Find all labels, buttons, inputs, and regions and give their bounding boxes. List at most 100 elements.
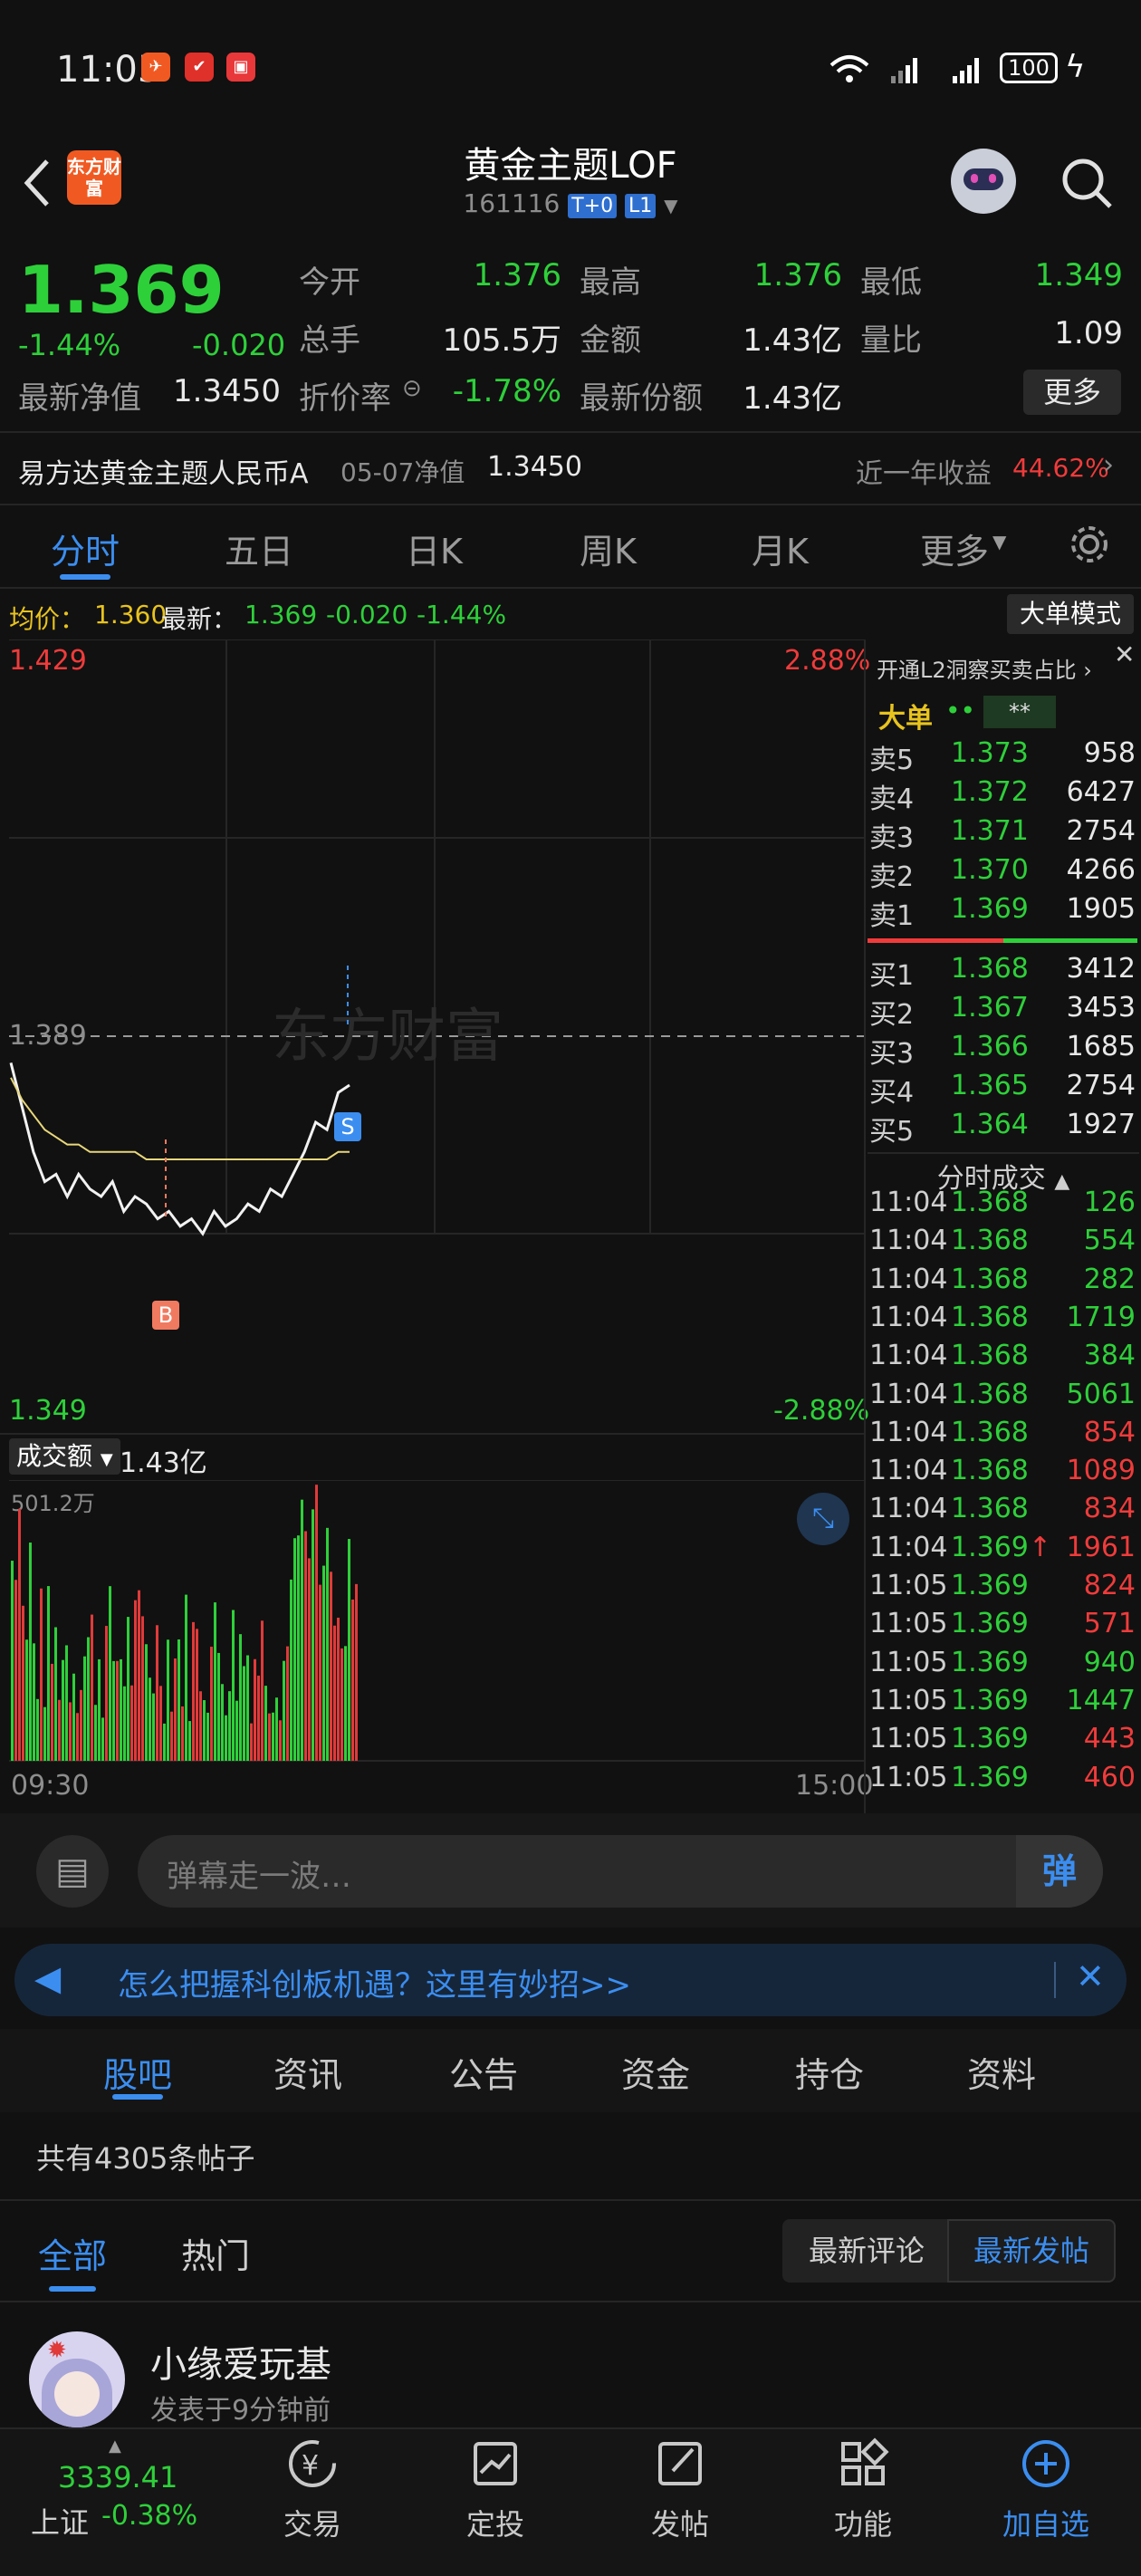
- back-arrow-icon[interactable]: [20, 156, 56, 210]
- low-label: 最低: [860, 264, 922, 301]
- volume-bar: [315, 1485, 318, 1761]
- tab-daily-k[interactable]: 日K: [406, 524, 463, 573]
- trade-price: 1.369↑: [951, 1532, 1051, 1563]
- robot-assistant-icon[interactable]: [951, 149, 1016, 214]
- nav-invest[interactable]: 定投: [427, 2437, 563, 2543]
- intraday-chart[interactable]: 东方财富 1.429 2.88% 1.389 1.349 -2.88% B S: [0, 639, 870, 1437]
- sort-latest-comment[interactable]: 最新评论: [782, 2219, 951, 2283]
- filter-all[interactable]: 全部: [38, 2228, 107, 2278]
- trade-time: 11:04: [869, 1493, 948, 1525]
- sort-latest-post[interactable]: 最新发帖: [947, 2219, 1116, 2283]
- promo-banner[interactable]: ◀ 怎么把握科创板机遇？这里有妙招>> ✕: [14, 1944, 1127, 2016]
- danmu-send-button[interactable]: 弹: [1016, 1835, 1103, 1908]
- danmu-input[interactable]: 弹幕走一波… 弹: [138, 1835, 1103, 1908]
- bid-price: 1.368: [951, 953, 1029, 985]
- add-circle-icon: [1022, 2440, 1069, 2487]
- volume-bar: [301, 1499, 303, 1761]
- sell-marker[interactable]: S: [334, 1112, 361, 1141]
- divider: [868, 1152, 1139, 1154]
- tab-weekly-k[interactable]: 周K: [580, 524, 637, 573]
- volume-bar: [344, 1646, 347, 1761]
- volume-bar: [87, 1637, 90, 1761]
- volume-bar: [243, 1666, 245, 1761]
- trade-volume: 1089: [1066, 1455, 1136, 1487]
- trade-price: 1.368: [951, 1378, 1029, 1410]
- pct-top-label: 2.88%: [784, 645, 871, 677]
- index-name: 上证: [31, 2505, 90, 2540]
- close-icon[interactable]: ✕: [1114, 639, 1135, 669]
- l2-promo-link[interactable]: 开通L2洞察买卖占比 ›: [877, 652, 1092, 684]
- l2-promo-text: 开通L2洞察买卖占比: [877, 658, 1077, 683]
- tab-holdings[interactable]: 持仓: [795, 2047, 864, 2097]
- volume-bar: [261, 1620, 264, 1761]
- nav-functions-label: 功能: [833, 2507, 892, 2542]
- tab-more[interactable]: 更多: [920, 524, 989, 573]
- gear-icon[interactable]: [1069, 524, 1110, 565]
- avg-value: 1.360: [94, 600, 168, 630]
- trade-time: 11:04: [869, 1225, 948, 1257]
- volume-bar: [51, 1663, 53, 1761]
- bid-price: 1.364: [951, 1109, 1029, 1140]
- nav-trade[interactable]: ¥ 交易: [244, 2437, 380, 2543]
- volume-bar: [145, 1644, 148, 1761]
- fund-info-bar[interactable]: 易方达黄金主题人民币A 05-07净值 1.3450 近一年收益 44.62% …: [0, 433, 1141, 504]
- tab-capital[interactable]: 资金: [621, 2047, 690, 2097]
- tab-5day[interactable]: 五日: [225, 524, 293, 573]
- l1-badge: L1: [625, 194, 657, 218]
- tab-profile[interactable]: 资料: [967, 2047, 1036, 2097]
- more-button[interactable]: 更多: [1023, 370, 1121, 415]
- ask-row: 卖2 1.370 4266: [868, 854, 1139, 893]
- nav-add-watchlist[interactable]: 加自选: [978, 2437, 1114, 2543]
- volume-bar: [14, 1580, 17, 1761]
- info-icon[interactable]: ⊝: [402, 375, 422, 402]
- app-notification-icon: ▣: [226, 53, 255, 82]
- filter-hot[interactable]: 热门: [181, 2228, 250, 2278]
- volume-bar: [11, 1561, 14, 1761]
- nav-date-value: 1.3450: [487, 451, 582, 483]
- trade-row: 11:04 1.368 1719: [868, 1302, 1139, 1340]
- tab-monthly-k[interactable]: 月K: [752, 524, 809, 573]
- nav-post[interactable]: 发帖: [612, 2437, 748, 2543]
- tab-announcements[interactable]: 公告: [449, 2047, 518, 2097]
- danmu-settings-icon[interactable]: ▤: [36, 1835, 109, 1908]
- amount-label: 金额: [580, 322, 641, 359]
- tab-intraday[interactable]: 分时: [51, 524, 120, 573]
- bid-row: 买1 1.368 3412: [868, 953, 1139, 992]
- volume-bar: [199, 1691, 202, 1761]
- buy-marker[interactable]: B: [152, 1301, 179, 1330]
- code-line[interactable]: 161116 T+0 L1 ▼: [435, 188, 706, 218]
- index-pct: -0.38%: [101, 2500, 198, 2532]
- bid-row: 买4 1.365 2754: [868, 1070, 1139, 1109]
- big-order-mode-button[interactable]: 大单模式: [1007, 594, 1134, 634]
- volume-bar: [170, 1711, 173, 1761]
- trade-row: 11:05 1.369 824: [868, 1570, 1139, 1608]
- bid-volume: 1927: [1066, 1109, 1136, 1140]
- volume-bar: [319, 1584, 321, 1761]
- open-label: 今开: [299, 264, 360, 301]
- high-value: 1.376: [753, 257, 842, 293]
- post-username[interactable]: 小缘爱玩基: [150, 2335, 331, 2388]
- tab-news[interactable]: 资讯: [273, 2047, 342, 2097]
- avatar[interactable]: ✹: [29, 2331, 125, 2427]
- index-value: 3339.41: [58, 2460, 178, 2494]
- volume-bar: [120, 1658, 122, 1761]
- bid-volume: 3412: [1066, 953, 1136, 985]
- volume-bar: [264, 1686, 267, 1761]
- search-icon[interactable]: [1058, 154, 1116, 212]
- volume-bar: [322, 1565, 325, 1761]
- close-icon[interactable]: ✕: [1076, 1956, 1105, 1996]
- volume-bar: [297, 1535, 300, 1761]
- tab-forum[interactable]: 股吧: [103, 2047, 172, 2097]
- trade-time: 11:05: [869, 1684, 948, 1716]
- volume-bar: [206, 1712, 209, 1761]
- time-start: 09:30: [11, 1770, 90, 1802]
- nav-functions[interactable]: 功能: [795, 2437, 931, 2543]
- trade-time: 11:05: [869, 1570, 948, 1601]
- volume-type-dropdown[interactable]: 成交额 ▼: [9, 1438, 120, 1475]
- active-filter-indicator: [49, 2286, 96, 2292]
- volume-bar: [163, 1723, 166, 1761]
- trade-price: 1.368: [951, 1416, 1029, 1448]
- bid-volume: 1685: [1066, 1031, 1136, 1062]
- volume-bar: [127, 1617, 129, 1761]
- trade-row: 11:05 1.369 1447: [868, 1685, 1139, 1723]
